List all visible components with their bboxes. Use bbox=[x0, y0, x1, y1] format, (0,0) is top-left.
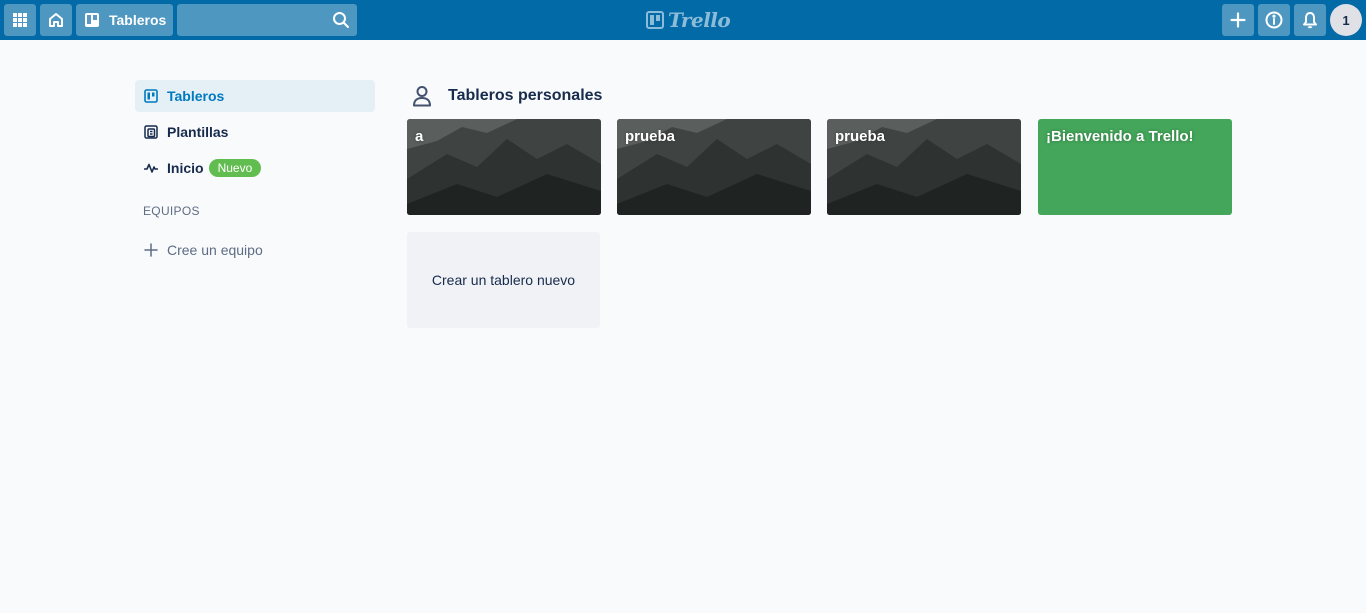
sidebar-item-label: Tableros bbox=[167, 88, 225, 104]
info-button[interactable] bbox=[1258, 4, 1290, 36]
avatar[interactable]: 1 bbox=[1330, 4, 1362, 36]
logo-text: Trello bbox=[668, 8, 731, 32]
person-icon bbox=[413, 86, 431, 107]
mountain-background bbox=[407, 119, 601, 215]
sidebar-item-label: Inicio bbox=[167, 160, 204, 176]
grid-icon bbox=[13, 13, 27, 27]
board-icon bbox=[85, 13, 99, 27]
board-name: a bbox=[415, 128, 424, 145]
board-name: prueba bbox=[625, 128, 676, 145]
search-icon[interactable] bbox=[332, 11, 350, 29]
board-name: prueba bbox=[835, 128, 886, 145]
notifications-button[interactable] bbox=[1294, 4, 1326, 36]
plus-icon bbox=[1230, 12, 1246, 28]
create-team-button[interactable]: Cree un equipo bbox=[135, 234, 375, 266]
search-input[interactable] bbox=[177, 4, 357, 36]
bell-icon bbox=[1303, 12, 1317, 29]
personal-boards-header: Tableros personales bbox=[412, 85, 602, 107]
teams-heading: EQUIPOS bbox=[143, 204, 200, 218]
sidebar-item-templates[interactable]: Plantillas bbox=[135, 116, 375, 148]
board-tile[interactable]: prueba bbox=[617, 119, 811, 215]
sidebar-item-label: Plantillas bbox=[167, 124, 229, 140]
board-tile[interactable]: a bbox=[407, 119, 601, 215]
board-tile[interactable]: ¡Bienvenido a Trello! bbox=[1038, 119, 1232, 215]
board-icon bbox=[144, 89, 158, 103]
create-team-label: Cree un equipo bbox=[167, 242, 263, 258]
create-board-label: Crear un tablero nuevo bbox=[431, 272, 576, 288]
boards-button[interactable]: Tableros bbox=[76, 4, 173, 36]
trello-logo[interactable]: Trello bbox=[646, 8, 731, 32]
info-icon bbox=[1265, 11, 1283, 29]
create-button[interactable] bbox=[1222, 4, 1254, 36]
top-header: Tableros Trello 1 bbox=[0, 0, 1366, 40]
home-icon bbox=[49, 13, 63, 27]
home-button[interactable] bbox=[40, 4, 72, 36]
trello-logo-icon bbox=[646, 11, 664, 29]
sidebar-item-boards[interactable]: Tableros bbox=[135, 80, 375, 112]
apps-button[interactable] bbox=[4, 4, 36, 36]
sidebar: Tableros Plantillas Inicio Nuevo EQUIPOS… bbox=[135, 80, 375, 266]
create-board-button[interactable]: Crear un tablero nuevo bbox=[407, 232, 600, 328]
activity-icon bbox=[144, 161, 158, 175]
plus-icon bbox=[144, 243, 158, 257]
section-title: Tableros personales bbox=[448, 87, 603, 104]
board-tile[interactable]: prueba bbox=[827, 119, 1021, 215]
boards-button-label: Tableros bbox=[109, 12, 167, 28]
sidebar-item-home[interactable]: Inicio Nuevo bbox=[135, 152, 375, 184]
board-name: ¡Bienvenido a Trello! bbox=[1046, 128, 1194, 145]
new-badge: Nuevo bbox=[208, 159, 262, 177]
template-icon bbox=[144, 125, 158, 139]
